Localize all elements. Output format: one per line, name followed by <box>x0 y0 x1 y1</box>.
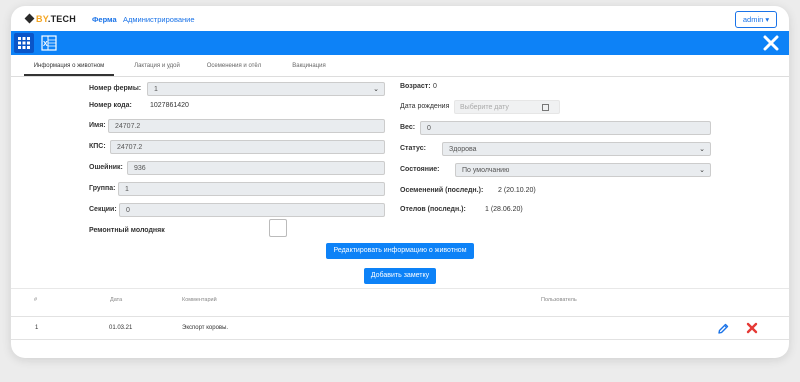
repair-young-label: Ремонтный молодняк <box>89 227 165 234</box>
name-label: Имя: <box>89 122 106 129</box>
condition-select[interactable]: По умолчанию ⌄ <box>455 163 711 177</box>
collar-field[interactable]: 936 <box>127 161 385 175</box>
farm-number-label: Номер фермы: <box>89 85 142 92</box>
last-calving-label: Отелов (последн.): <box>400 206 466 213</box>
condition-value: По умолчанию <box>462 167 510 174</box>
col-number-header: # <box>34 297 38 303</box>
tab-lactation[interactable]: Лактация и удой <box>119 57 195 75</box>
status-label: Статус: <box>400 145 426 152</box>
last-calving-value: 1 (28.06.20) <box>485 206 523 213</box>
brand-logo[interactable]: BY.TECH <box>24 13 76 24</box>
col-user-header: Пользователь <box>541 297 577 303</box>
row-date: 01.03.21 <box>109 325 133 331</box>
user-menu-button[interactable]: admin ▾ <box>735 11 777 28</box>
tab-bar: Информация о животном Лактация и удой Ос… <box>11 57 789 77</box>
last-insemination-value: 2 (20.10.20) <box>498 187 536 194</box>
age-value: 0 <box>433 83 437 90</box>
birth-date-input[interactable]: Выберите дату <box>454 100 560 114</box>
delete-icon[interactable] <box>746 322 758 334</box>
toolbar: X <box>11 31 789 55</box>
pencil-icon[interactable] <box>717 323 729 335</box>
status-select[interactable]: Здорова ⌄ <box>442 142 711 156</box>
app-window: BY.TECH Ферма Администрирование admin ▾ … <box>11 6 789 358</box>
nav-admin-link[interactable]: Администрирование <box>123 15 195 24</box>
code-number-value: 1027861420 <box>150 102 189 109</box>
excel-icon: X <box>41 35 57 51</box>
col-date-header: Дата <box>110 297 123 303</box>
farm-number-value: 1 <box>154 86 158 93</box>
group-label: Группа: <box>89 185 116 192</box>
repair-young-checkbox[interactable] <box>269 219 287 237</box>
condition-label: Состояние: <box>400 166 440 173</box>
close-button[interactable] <box>763 35 779 51</box>
nav-farm-link[interactable]: Ферма <box>92 15 117 24</box>
svg-text:X: X <box>43 41 48 48</box>
status-value: Здорова <box>449 146 477 153</box>
table-header: # Дата Комментарий Пользователь <box>11 288 789 317</box>
birth-date-placeholder: Выберите дату <box>460 104 509 111</box>
close-icon <box>763 35 779 51</box>
edit-info-button[interactable]: Редактировать информацию о животном <box>326 243 474 259</box>
excel-export-button[interactable]: X <box>41 35 57 51</box>
tab-vaccination[interactable]: Вакцинация <box>278 57 340 75</box>
collar-label: Ошейник: <box>89 164 123 171</box>
chevron-down-icon: ⌄ <box>699 167 705 174</box>
code-number-label: Номер кода: <box>89 102 132 109</box>
birth-date-label: Дата рождения <box>400 103 450 110</box>
col-comment-header: Комментарий <box>182 297 217 303</box>
last-insemination-label: Осеменений (последн.): <box>400 187 484 194</box>
kps-label: КПС: <box>89 143 106 150</box>
weight-field[interactable]: 0 <box>420 121 711 135</box>
top-navbar: BY.TECH Ферма Администрирование admin ▾ <box>11 6 789 30</box>
weight-label: Вес: <box>400 124 416 131</box>
grid-menu-button[interactable] <box>14 33 34 53</box>
section-label: Секции: <box>89 206 117 213</box>
chevron-down-icon: ⌄ <box>699 146 705 153</box>
tab-insemination[interactable]: Осеменения и отёл <box>194 57 274 75</box>
age-label: Возраст: <box>400 83 431 90</box>
diamond-icon <box>24 13 35 24</box>
section-field[interactable]: 0 <box>119 203 385 217</box>
chevron-down-icon: ⌄ <box>373 86 379 93</box>
calendar-icon <box>542 104 549 111</box>
group-field[interactable]: 1 <box>118 182 385 196</box>
brand-prefix: BY <box>36 14 48 24</box>
grid-icon <box>18 37 30 49</box>
table-row: 1 01.03.21 Экспорт коровы. <box>11 316 789 340</box>
farm-number-select[interactable]: 1 ⌄ <box>147 82 385 96</box>
tab-animal-info[interactable]: Информация о животном <box>24 57 114 76</box>
name-field[interactable]: 24707.2 <box>108 119 385 133</box>
add-note-button[interactable]: Добавить заметку <box>364 268 436 284</box>
kps-field[interactable]: 24707.2 <box>110 140 385 154</box>
row-number: 1 <box>35 325 39 331</box>
row-comment: Экспорт коровы. <box>182 325 229 331</box>
brand-suffix: .TECH <box>47 14 76 24</box>
